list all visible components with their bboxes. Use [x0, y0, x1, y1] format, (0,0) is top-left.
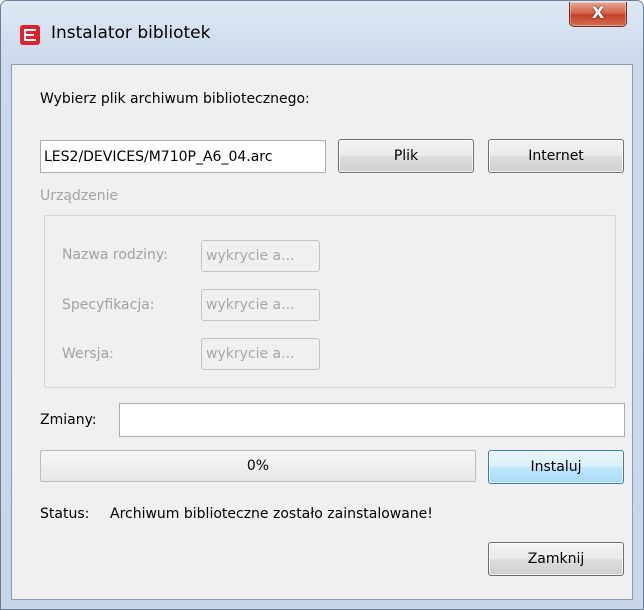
- progress-percent: 0%: [246, 458, 270, 474]
- internet-button[interactable]: Internet: [488, 139, 624, 173]
- close-dialog-button[interactable]: Zamknij: [488, 542, 624, 576]
- install-button[interactable]: Instaluj: [488, 450, 624, 484]
- version-label: Wersja:: [62, 346, 114, 362]
- family-label: Nazwa rodziny:: [62, 247, 168, 263]
- window-title: Instalator bibliotek: [51, 23, 211, 43]
- title-bar[interactable]: Instalator bibliotek X: [1, 1, 643, 45]
- family-field: wykrycie a...: [201, 240, 320, 272]
- changes-label: Zmiany:: [40, 412, 97, 428]
- version-field: wykrycie a...: [201, 338, 320, 370]
- changes-field[interactable]: [119, 403, 625, 437]
- file-button[interactable]: Plik: [338, 139, 474, 173]
- specification-field: wykrycie a...: [201, 289, 320, 321]
- window-close-button[interactable]: X: [569, 2, 627, 27]
- app-logo-icon: [20, 25, 40, 45]
- device-group-label: Urządzenie: [40, 188, 119, 204]
- install-progress-bar: 0%: [40, 450, 476, 482]
- archive-prompt-label: Wybierz plik archiwum bibliotecznego:: [40, 91, 310, 107]
- archive-path-field[interactable]: LES2/DEVICES/M710P_A6_04.arc: [40, 140, 326, 173]
- specification-label: Specyfikacja:: [62, 297, 155, 313]
- installer-window: Instalator bibliotek X Wybierz plik arch…: [0, 0, 644, 610]
- close-icon: X: [591, 3, 605, 22]
- dialog-body: Wybierz plik archiwum bibliotecznego: LE…: [11, 64, 633, 600]
- status-label: Status:: [40, 506, 90, 522]
- status-message: Archiwum biblioteczne zostało zainstalow…: [110, 506, 433, 522]
